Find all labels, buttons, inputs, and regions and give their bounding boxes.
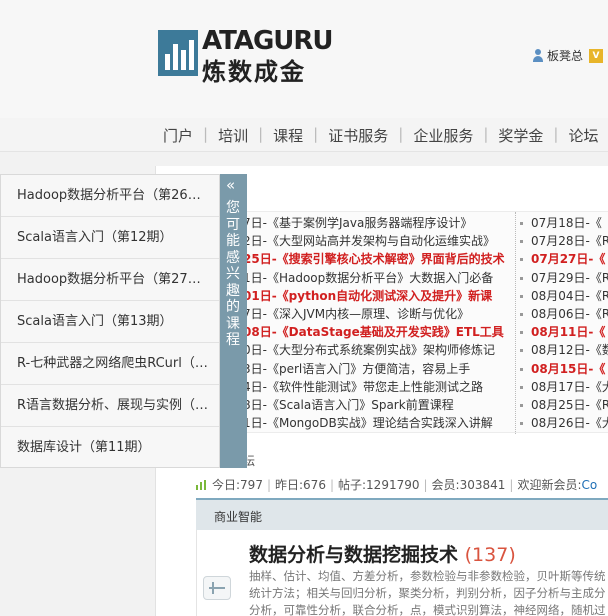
nav-separator: | [313, 125, 319, 143]
course-list-item[interactable]: R-七种武器之网络爬虫RCurl（第3期） [1, 343, 219, 385]
nav-separator: | [483, 125, 489, 143]
stat-today-label: 今日: [212, 478, 241, 492]
nav-item-portal[interactable]: 门户 [160, 125, 196, 146]
forum-board-row: 数据分析与数据挖掘技术 (137) 抽样、估计、均值、方差分析，参数检验与非参数… [196, 530, 608, 616]
news-item[interactable]: 08月15日-《 [516, 360, 608, 378]
stat-members: 303841 [459, 477, 506, 492]
course-list-item[interactable]: Hadoop数据分析平台（第27期） [1, 259, 219, 301]
vip-badge-icon[interactable]: V [589, 48, 604, 63]
news-item[interactable]: 08月11日-《 [516, 323, 608, 341]
user-menu[interactable]: 板凳总 V [532, 47, 604, 64]
news-item[interactable]: 08月06日-《R [516, 305, 608, 323]
news-item[interactable]: 08月04日-《R [516, 287, 608, 305]
interest-course-list: Hadoop数据分析平台（第26期） Scala语言入门（第12期） Hadoo… [0, 174, 220, 468]
news-column-right: 07月18日-《 07月28日-《R 07月27日-《 07月29日-《R 08… [515, 212, 608, 434]
nav-separator: | [398, 125, 404, 143]
board-topic-count: (137) [464, 544, 516, 566]
logo-chinese: 炼数成金 [202, 58, 306, 86]
nav-item-forum[interactable]: 论坛 [565, 125, 601, 146]
user-icon [532, 48, 544, 63]
news-item[interactable]: 07月29日-《R [516, 269, 608, 287]
news-item[interactable]: 08月17日-《大 [516, 378, 608, 396]
site-header: ATAGURU 炼数成金 板凳总 V [0, 0, 608, 118]
nav-separator: | [553, 125, 559, 143]
collapse-chevron-icon[interactable]: « [226, 178, 235, 193]
nav-item-scholarship[interactable]: 奖学金 [495, 125, 546, 146]
stats-chart-icon [196, 479, 206, 490]
news-item[interactable]: 08月25日-《R [516, 396, 608, 414]
course-list-item[interactable]: Scala语言入门（第13期） [1, 301, 219, 343]
site-logo[interactable]: ATAGURU 炼数成金 [158, 26, 358, 86]
stat-yesterday-label: 昨日: [275, 478, 304, 492]
nav-item-enterprise[interactable]: 企业服务 [410, 125, 476, 146]
course-list-item[interactable]: Scala语言入门（第12期） [1, 217, 219, 259]
main-nav-bar: 门户 | 培训 | 课程 | 证书服务 | 企业服务 | 奖学金 | 论坛 [0, 118, 608, 152]
new-member-link[interactable]: Co [582, 478, 598, 492]
nav-item-certificates[interactable]: 证书服务 [325, 125, 391, 146]
stat-today: 797 [240, 477, 263, 492]
interest-panel-label: 您可能感兴趣的课程 [226, 200, 240, 348]
board-description: 抽样、估计、均值、方差分析，参数检验与非参数检验，贝叶斯等传统统计方法；相关与回… [249, 569, 606, 616]
course-list-item[interactable]: 数据库设计（第11期） [1, 427, 219, 469]
nav-separator: | [258, 125, 264, 143]
nav-item-training[interactable]: 培训 [215, 125, 251, 146]
news-item[interactable]: 08月26日-《大 [516, 414, 608, 432]
interest-panel-toggle[interactable]: « 您可能感兴趣的课程 [220, 174, 247, 468]
stat-yesterday: 676 [303, 477, 326, 492]
stat-posts: 1291790 [366, 477, 420, 492]
course-list-item[interactable]: Hadoop数据分析平台（第26期） [1, 175, 219, 217]
interest-course-panel: Hadoop数据分析平台（第26期） Scala语言入门（第12期） Hadoo… [0, 174, 247, 468]
news-item[interactable]: 07月18日-《 [516, 214, 608, 232]
stat-welcome-label: 欢迎新会员: [517, 478, 582, 492]
logo-mark-icon [158, 30, 198, 76]
news-item[interactable]: 07月28日-《R [516, 232, 608, 250]
news-item[interactable]: 07月27日-《 [516, 250, 608, 268]
board-title[interactable]: 数据分析与数据挖掘技术 (137) [249, 540, 516, 567]
stat-posts-label: 帖子: [338, 478, 367, 492]
news-item[interactable]: 08月12日-《数 [516, 341, 608, 359]
main-nav: 门户 | 培训 | 课程 | 证书服务 | 企业服务 | 奖学金 | 论坛 [160, 125, 601, 146]
board-icon[interactable] [203, 576, 231, 600]
forum-stats: 今日: 797 | 昨日: 676 | 帖子: 1291790 | 会员: 30… [196, 476, 597, 493]
user-name[interactable]: 板凳总 [547, 47, 583, 64]
forum-category-header[interactable]: 商业智能 [196, 498, 608, 530]
nav-separator: | [203, 125, 209, 143]
course-list-item[interactable]: R语言数据分析、展现与实例（第5期） [1, 385, 219, 427]
nav-item-courses[interactable]: 课程 [270, 125, 306, 146]
forum-category-title[interactable]: 商业智能 [214, 508, 262, 525]
stat-members-label: 会员: [431, 478, 460, 492]
